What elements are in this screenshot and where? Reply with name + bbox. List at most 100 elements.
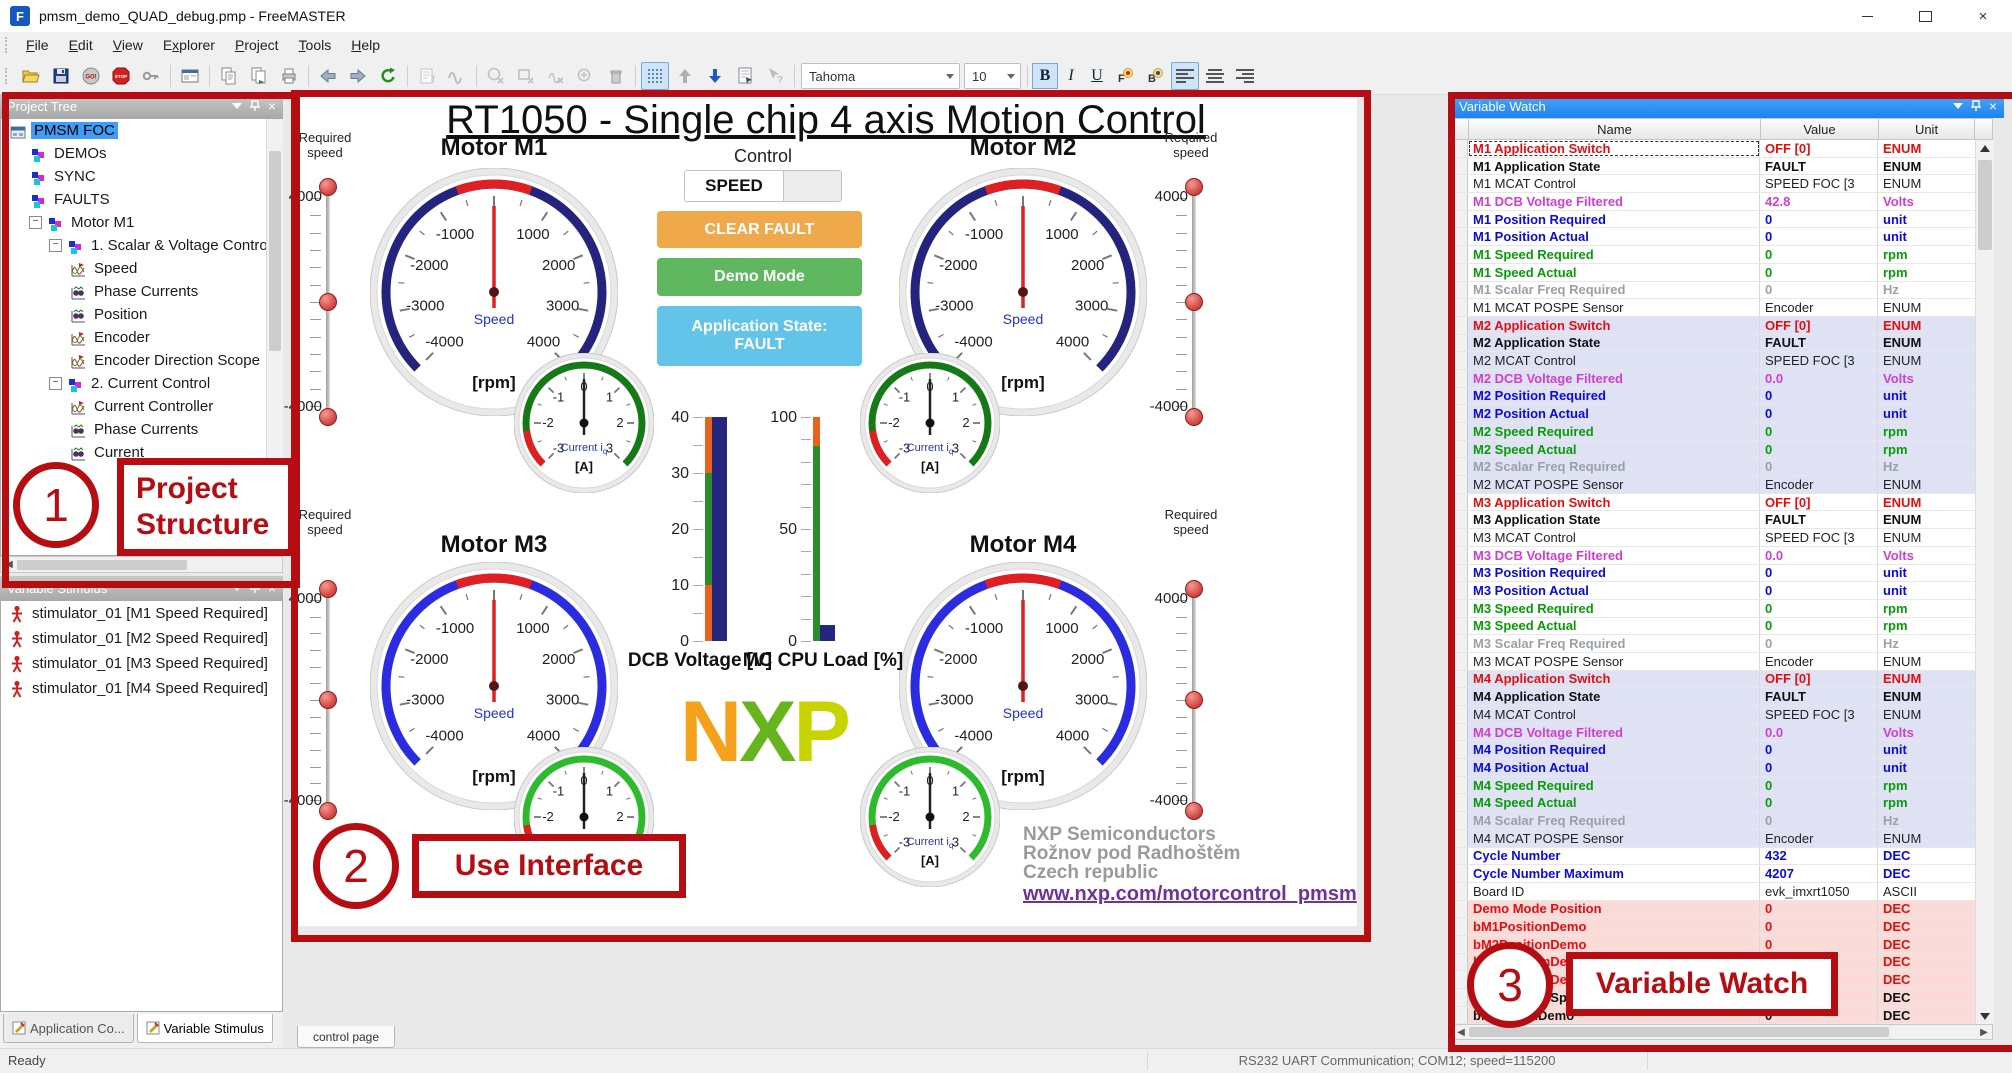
row-selector[interactable]: [1452, 830, 1468, 847]
slider-bottom-handle[interactable]: [319, 408, 337, 426]
watch-row-m3-dcb-voltage-filtered[interactable]: M3 DCB Voltage Filtered0.0Volts: [1452, 547, 1975, 565]
tree-item-current-controller[interactable]: Current Controller: [1, 395, 282, 418]
mode-toggle-empty[interactable]: [784, 171, 841, 201]
page-tab-control-page[interactable]: control page: [297, 1026, 395, 1048]
watch-vertical-scrollbar[interactable]: [1975, 140, 1994, 1025]
maximize-button[interactable]: [1896, 0, 1954, 32]
font-name-select[interactable]: Tahoma: [801, 63, 960, 89]
watch-row-m2-mcat-control[interactable]: M2 MCAT ControlSPEED FOC [3ENUM: [1452, 352, 1975, 370]
row-selector[interactable]: [1452, 918, 1468, 935]
watch-value[interactable]: 0: [1760, 264, 1878, 281]
tree-item-pmsm-foc[interactable]: PMSM FOC: [1, 119, 282, 142]
watch-value[interactable]: 0: [1760, 388, 1878, 405]
underline-button[interactable]: U: [1084, 63, 1110, 89]
item-x-icon[interactable]: [482, 62, 510, 90]
watch-row-m4-speed-actual[interactable]: M4 Speed Actual0rpm: [1452, 794, 1975, 812]
row-selector[interactable]: [1452, 335, 1468, 352]
row-selector[interactable]: [1452, 936, 1468, 953]
watch-value[interactable]: 0: [1760, 812, 1878, 829]
watch-value[interactable]: 0.0: [1760, 724, 1878, 741]
motor-m3-required-speed-slider[interactable]: 4000-4000: [289, 580, 353, 820]
row-selector[interactable]: [1452, 865, 1468, 882]
align-right-button[interactable]: [1231, 62, 1259, 90]
slider-value-handle[interactable]: [319, 293, 337, 311]
whats-this-icon[interactable]: ?: [761, 62, 789, 90]
row-selector[interactable]: [1452, 494, 1468, 511]
watch-row-m2-speed-actual[interactable]: M2 Speed Actual0rpm: [1452, 441, 1975, 459]
chevron-down-icon[interactable]: [946, 74, 954, 79]
row-selector[interactable]: [1452, 883, 1468, 900]
watch-row-m3-mcat-pospe-sensor[interactable]: M3 MCAT POSPE SensorEncoderENUM: [1452, 653, 1975, 671]
close-icon[interactable]: ×: [268, 101, 276, 111]
watch-value[interactable]: 0: [1760, 582, 1878, 599]
tree-item-phase-currents[interactable]: Phase Currents: [1, 280, 282, 303]
watch-value[interactable]: OFF [0]: [1760, 317, 1878, 334]
tree-item-encoder[interactable]: Encoder: [1, 326, 282, 349]
watch-value[interactable]: Encoder: [1760, 830, 1878, 847]
watch-row-m2-dcb-voltage-filtered[interactable]: M2 DCB Voltage Filtered0.0Volts: [1452, 370, 1975, 388]
row-selector[interactable]: [1452, 989, 1468, 1006]
project-icon[interactable]: [176, 62, 204, 90]
mode-value[interactable]: SPEED: [685, 171, 784, 201]
watch-row-m4-application-state[interactable]: M4 Application StateFAULTENUM: [1452, 688, 1975, 706]
watch-row-cycle-number-maximum[interactable]: Cycle Number Maximum4207DEC: [1452, 865, 1975, 883]
print-icon[interactable]: [275, 62, 303, 90]
key-icon[interactable]: [137, 62, 165, 90]
row-selector[interactable]: [1452, 777, 1468, 794]
watch-value[interactable]: 0: [1760, 405, 1878, 422]
tree-item-sync[interactable]: SYNC: [1, 165, 282, 188]
tree-item-motor-m1[interactable]: −Motor M1: [1, 211, 282, 234]
watch-row-m2-position-required[interactable]: M2 Position Required0unit: [1452, 388, 1975, 406]
watch-value[interactable]: Encoder: [1760, 476, 1878, 493]
watch-row-m3-scalar-freq-required[interactable]: M3 Scalar Freq Required0Hz: [1452, 635, 1975, 653]
row-selector[interactable]: [1452, 352, 1468, 369]
scroll-right-icon[interactable]: ▶: [1976, 1027, 1992, 1038]
watch-value[interactable]: 0: [1760, 759, 1878, 776]
watch-row-m2-position-actual[interactable]: M2 Position Actual0unit: [1452, 405, 1975, 423]
watch-row-m3-position-required[interactable]: M3 Position Required0unit: [1452, 565, 1975, 583]
tree-item-speed[interactable]: Speed: [1, 257, 282, 280]
watch-value[interactable]: 0: [1760, 618, 1878, 635]
chevron-down-icon[interactable]: [1007, 74, 1015, 79]
watch-value[interactable]: Encoder: [1760, 299, 1878, 316]
row-selector[interactable]: [1452, 458, 1468, 475]
side-tab-application-co-[interactable]: Application Co...: [3, 1014, 134, 1043]
grid-icon[interactable]: [641, 62, 669, 90]
row-selector[interactable]: [1452, 635, 1468, 652]
row-selector[interactable]: [1452, 476, 1468, 493]
collapse-icon[interactable]: −: [49, 377, 62, 390]
stim-sheet-icon[interactable]: !: [413, 62, 441, 90]
font-color-icon[interactable]: F: [1111, 62, 1139, 90]
down-icon[interactable]: [701, 62, 729, 90]
item-x3-icon[interactable]: [542, 62, 570, 90]
row-selector[interactable]: [1452, 954, 1468, 971]
watch-row-m3-position-actual[interactable]: M3 Position Actual0unit: [1452, 582, 1975, 600]
row-selector[interactable]: [1452, 405, 1468, 422]
pin-icon[interactable]: [1971, 100, 1981, 112]
align-left-button[interactable]: [1171, 62, 1199, 90]
row-selector[interactable]: [1452, 547, 1468, 564]
watch-row-m4-position-actual[interactable]: M4 Position Actual0unit: [1452, 759, 1975, 777]
watch-value[interactable]: OFF [0]: [1760, 140, 1878, 157]
bold-button[interactable]: B: [1032, 63, 1058, 89]
tree-item-demos[interactable]: DEMOs: [1, 142, 282, 165]
watch-value[interactable]: 0: [1760, 635, 1878, 652]
menu-help[interactable]: Help: [341, 34, 390, 56]
menu-tools[interactable]: Tools: [289, 34, 342, 56]
watch-value[interactable]: SPEED FOC [3: [1760, 706, 1878, 723]
row-selector[interactable]: [1452, 971, 1468, 988]
watch-value[interactable]: 0: [1760, 458, 1878, 475]
menu-view[interactable]: View: [103, 34, 153, 56]
watch-row-m3-application-state[interactable]: M3 Application StateFAULTENUM: [1452, 511, 1975, 529]
item-x2-icon[interactable]: [512, 62, 540, 90]
italic-button[interactable]: I: [1058, 63, 1084, 89]
tree-item-encoder-direction-scope[interactable]: Encoder Direction Scope: [1, 349, 282, 372]
watch-value[interactable]: 0: [1760, 246, 1878, 263]
stimulus-item[interactable]: stimulator_01 [M3 Speed Required]: [1, 651, 282, 676]
watch-value[interactable]: SPEED FOC [3: [1760, 175, 1878, 192]
item-x4-icon[interactable]: [572, 62, 600, 90]
row-selector[interactable]: [1452, 901, 1468, 918]
row-selector[interactable]: [1452, 282, 1468, 299]
row-selector[interactable]: [1452, 1007, 1468, 1024]
watch-row-m3-speed-actual[interactable]: M3 Speed Actual0rpm: [1452, 618, 1975, 636]
